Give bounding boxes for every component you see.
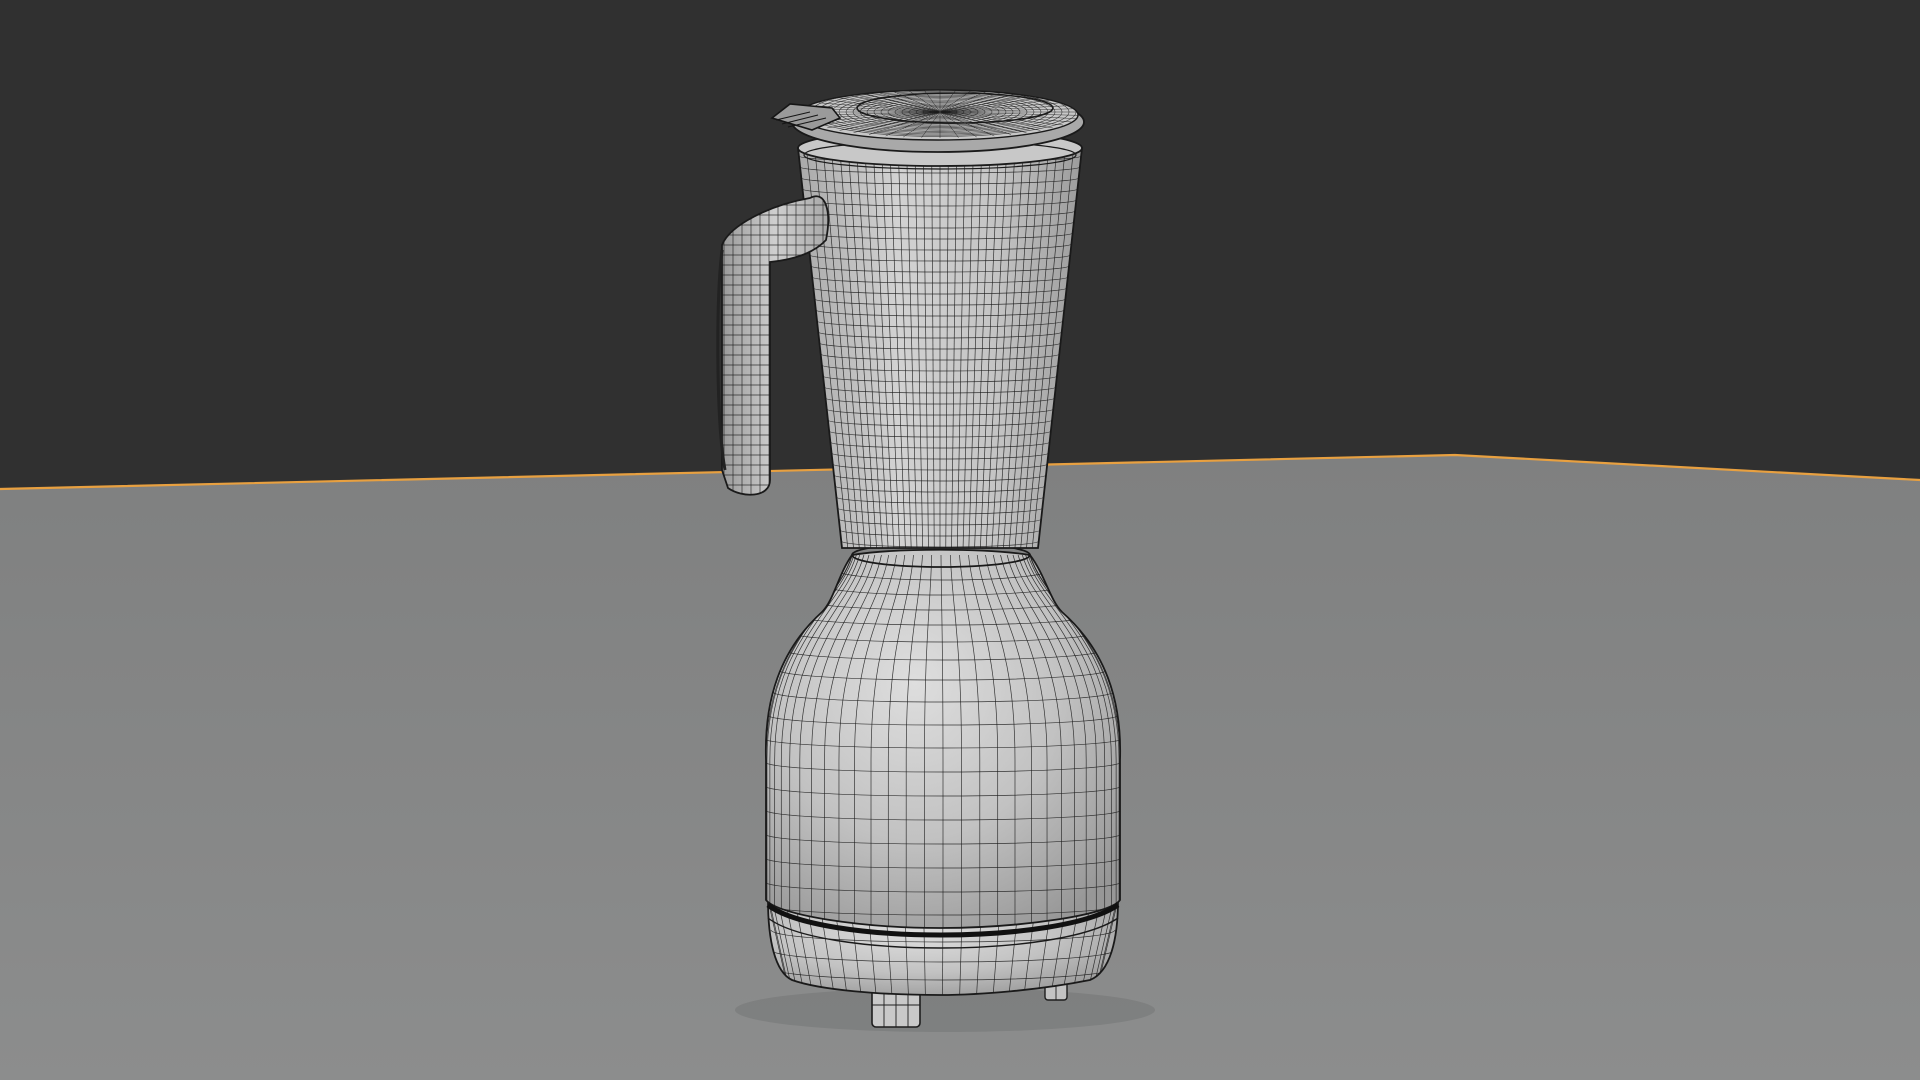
- 3d-viewport[interactable]: [0, 0, 1920, 1080]
- jar: [796, 129, 1084, 549]
